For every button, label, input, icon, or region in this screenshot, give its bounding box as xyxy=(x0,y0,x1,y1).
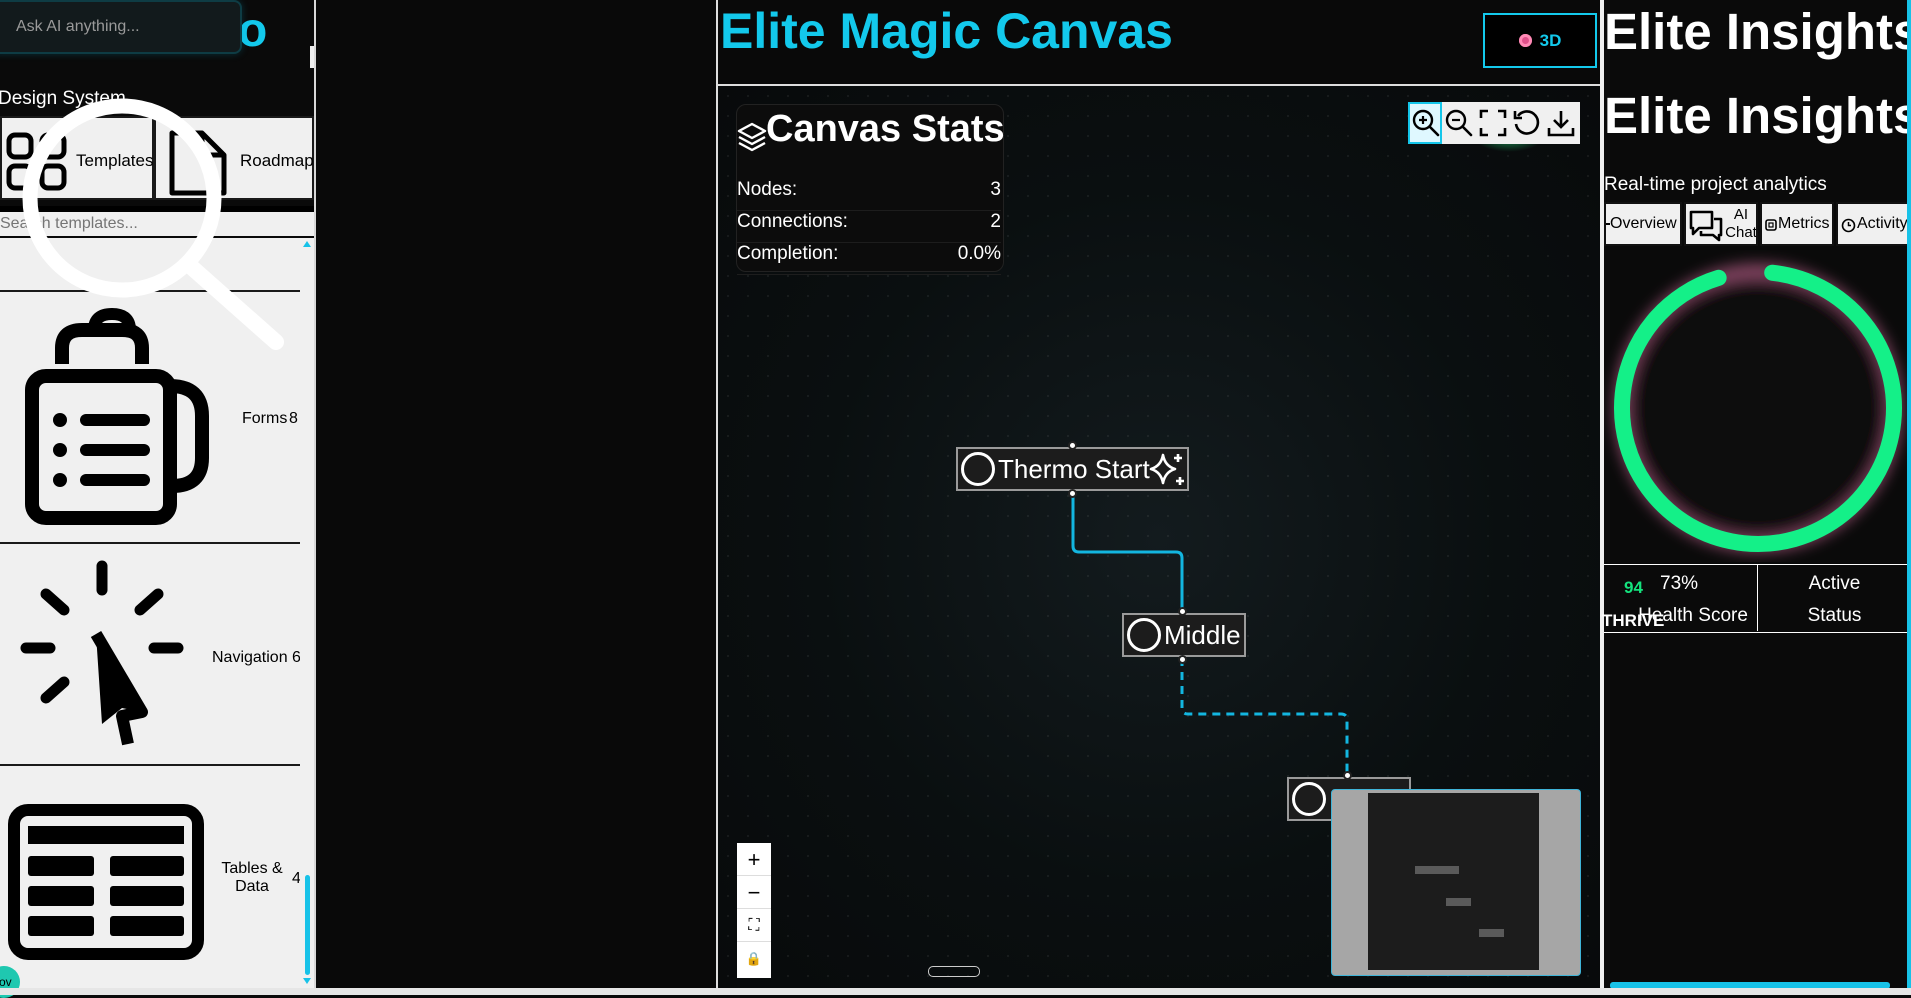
edge-solid xyxy=(1071,492,1184,610)
panel-drag-handle[interactable] xyxy=(928,966,980,977)
window-bottom-edge xyxy=(0,988,1911,995)
node-circle-icon xyxy=(961,452,995,486)
node-handle-top[interactable] xyxy=(1178,607,1187,616)
node-handle-top[interactable] xyxy=(1343,771,1352,780)
zoom-minus-button[interactable]: − xyxy=(737,876,771,909)
flow-node-middle[interactable]: Middle xyxy=(1122,613,1246,657)
stat-value: 0.0% xyxy=(957,243,1001,264)
fit-view-small-button[interactable]: ⛶ xyxy=(737,909,771,942)
zoom-in-icon xyxy=(1412,109,1440,137)
status-label: Status xyxy=(1807,605,1862,626)
tab-activity[interactable]: Activity xyxy=(1836,202,1911,246)
tab-overview[interactable]: Overview xyxy=(1604,202,1682,246)
node-handle-top[interactable] xyxy=(1068,441,1077,450)
node-label: Middle xyxy=(1164,620,1241,650)
edge-dashed xyxy=(1180,658,1349,776)
tab-label: AI Chat xyxy=(1725,206,1757,241)
thrive-label: THRIVE xyxy=(1602,611,1665,630)
stat-value: 3 xyxy=(990,179,1001,200)
stat-row-nodes: Nodes: 3 xyxy=(737,179,1001,211)
node-circle-icon xyxy=(1127,618,1161,652)
fit-view-icon xyxy=(1479,109,1507,137)
lock-button[interactable]: 🔒 xyxy=(737,942,771,975)
chat-icon xyxy=(1688,208,1724,242)
tab-label: Activity xyxy=(1857,215,1908,232)
zoom-out-icon xyxy=(1445,109,1473,137)
download-button[interactable] xyxy=(1544,102,1578,144)
node-handle-bottom[interactable] xyxy=(1068,489,1077,498)
stat-value: 2 xyxy=(990,211,1001,232)
stat-row-connections: Connections: 2 xyxy=(737,211,1001,243)
zoom-in-button[interactable] xyxy=(1408,102,1442,144)
health-score-value: 73% xyxy=(1660,573,1699,594)
stat-row-completion: Completion: 0.0% xyxy=(737,243,1001,275)
tab-metrics[interactable]: Metrics xyxy=(1760,202,1834,246)
chip-icon xyxy=(1764,218,1778,232)
stat-label: Nodes: xyxy=(737,179,798,200)
minimap-node xyxy=(1415,866,1459,874)
zoom-plus-button[interactable]: + xyxy=(737,843,771,876)
reset-icon xyxy=(1513,110,1540,135)
node-label: Thermo Start xyxy=(998,454,1150,484)
status-value: Active xyxy=(1808,573,1861,594)
insights-subtitle: Real-time project analytics xyxy=(1604,174,1827,195)
canvas-stats-title: Canvas Stats xyxy=(766,108,1005,150)
node-handle-bottom[interactable] xyxy=(1178,655,1187,664)
insights-title-secondary: Elite Insights xyxy=(1604,87,1911,144)
minimap-node xyxy=(1479,929,1504,937)
download-icon xyxy=(1547,111,1575,137)
tab-label: Metrics xyxy=(1778,215,1830,232)
flow-node-thermo-start[interactable]: Thermo Start xyxy=(956,447,1189,491)
sparkle-icon[interactable] xyxy=(1149,451,1187,489)
minimap-viewport[interactable] xyxy=(1368,793,1539,970)
insights-title: Elite Insights xyxy=(1604,3,1911,60)
zoom-out-button[interactable] xyxy=(1442,102,1476,144)
minimap-node xyxy=(1446,898,1471,906)
insights-scrollbar[interactable] xyxy=(1907,0,1911,990)
fit-view-button[interactable] xyxy=(1476,102,1510,144)
stat-label: Connections: xyxy=(737,211,848,232)
clock-icon xyxy=(1841,218,1856,233)
node-circle-icon xyxy=(1292,782,1326,816)
stat-label: Completion: xyxy=(737,243,839,264)
tab-ai-chat[interactable]: AI Chat xyxy=(1684,202,1758,246)
layers-icon xyxy=(737,122,767,154)
tab-label: Overview xyxy=(1610,215,1677,232)
reset-button[interactable] xyxy=(1510,102,1544,144)
health-score-ring xyxy=(1611,261,1905,555)
score-badge: 94 xyxy=(1624,578,1643,597)
